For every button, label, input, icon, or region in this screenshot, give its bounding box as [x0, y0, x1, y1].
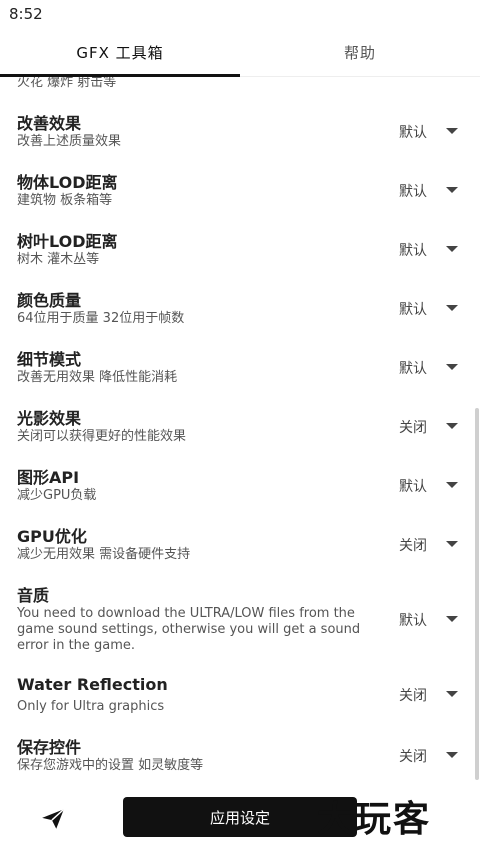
- chevron-down-icon[interactable]: [446, 691, 458, 697]
- setting-value-dropdown[interactable]: 默认: [399, 299, 427, 319]
- chevron-down-icon[interactable]: [446, 752, 458, 758]
- setting-subtitle: 减少无用效果 需设备硬件支持: [17, 547, 191, 562]
- setting-value-dropdown[interactable]: 默认: [399, 122, 427, 142]
- status-bar: 8:52: [0, 0, 480, 28]
- setting-value-dropdown[interactable]: 关闭: [399, 535, 427, 555]
- setting-subtitle: 64位用于质量 32位用于帧数: [17, 311, 185, 326]
- setting-subtitle: 保存您游戏中的设置 如灵敏度等: [17, 758, 204, 773]
- setting-title: 图形API: [17, 468, 80, 487]
- chevron-down-icon[interactable]: [446, 246, 458, 252]
- setting-title: 树叶LOD距离: [17, 232, 118, 251]
- scrollbar[interactable]: [475, 408, 479, 780]
- setting-subtitle: Only for Ultra graphics: [17, 699, 165, 714]
- bottom-bar: 应用设定 大玩客: [0, 780, 480, 853]
- setting-subtitle: You need to download the ULTRA/LOW files…: [17, 606, 361, 653]
- chevron-down-icon[interactable]: [446, 541, 458, 547]
- chevron-down-icon[interactable]: [446, 128, 458, 134]
- tab-bar: GFX 工具箱 帮助: [0, 28, 480, 77]
- setting-title: 光影效果: [17, 409, 82, 428]
- setting-title: 物体LOD距离: [17, 173, 118, 192]
- setting-subtitle: 关闭可以获得更好的性能效果: [17, 429, 187, 444]
- setting-subtitle: 改善无用效果 降低性能消耗: [17, 370, 178, 385]
- setting-subtitle: 建筑物 板条箱等: [17, 193, 113, 208]
- tab-help[interactable]: 帮助: [240, 28, 480, 76]
- setting-value-dropdown[interactable]: 默认: [399, 610, 427, 630]
- setting-title: 保存控件: [17, 738, 82, 757]
- setting-subtitle: 改善上述质量效果: [17, 134, 122, 149]
- setting-value-dropdown[interactable]: 默认: [399, 358, 427, 378]
- chevron-down-icon[interactable]: [446, 187, 458, 193]
- setting-subtitle: 减少GPU负载: [17, 488, 97, 503]
- setting-value-dropdown[interactable]: 默认: [399, 476, 427, 496]
- setting-title: GPU优化: [17, 527, 87, 546]
- chevron-down-icon[interactable]: [446, 305, 458, 311]
- setting-title: 细节模式: [17, 350, 82, 369]
- setting-subtitle: 树木 灌木丛等: [17, 252, 100, 267]
- settings-list[interactable]: 火花 爆炸 射击等 改善效果 改善上述质量效果 默认 物体LOD距离 建筑物 板…: [0, 77, 480, 780]
- watermark-logo: 大玩客: [317, 798, 432, 840]
- setting-value-dropdown[interactable]: 关闭: [399, 685, 427, 705]
- status-time: 8:52: [9, 5, 43, 23]
- setting-value-dropdown[interactable]: 默认: [399, 181, 427, 201]
- setting-title: Water Reflection: [17, 675, 168, 694]
- cutoff-subtitle: 火花 爆炸 射击等: [17, 77, 117, 90]
- chevron-down-icon[interactable]: [446, 364, 458, 370]
- setting-value-dropdown[interactable]: 关闭: [399, 746, 427, 766]
- setting-title: 改善效果: [17, 114, 82, 133]
- setting-title: 颜色质量: [17, 291, 82, 310]
- tab-gfx-toolbox[interactable]: GFX 工具箱: [0, 28, 240, 76]
- setting-value-dropdown[interactable]: 默认: [399, 240, 427, 260]
- chevron-down-icon[interactable]: [446, 616, 458, 622]
- telegram-send-icon[interactable]: [40, 806, 66, 832]
- chevron-down-icon[interactable]: [446, 423, 458, 429]
- setting-value-dropdown[interactable]: 关闭: [399, 417, 427, 437]
- setting-title: 音质: [17, 586, 50, 605]
- chevron-down-icon[interactable]: [446, 482, 458, 488]
